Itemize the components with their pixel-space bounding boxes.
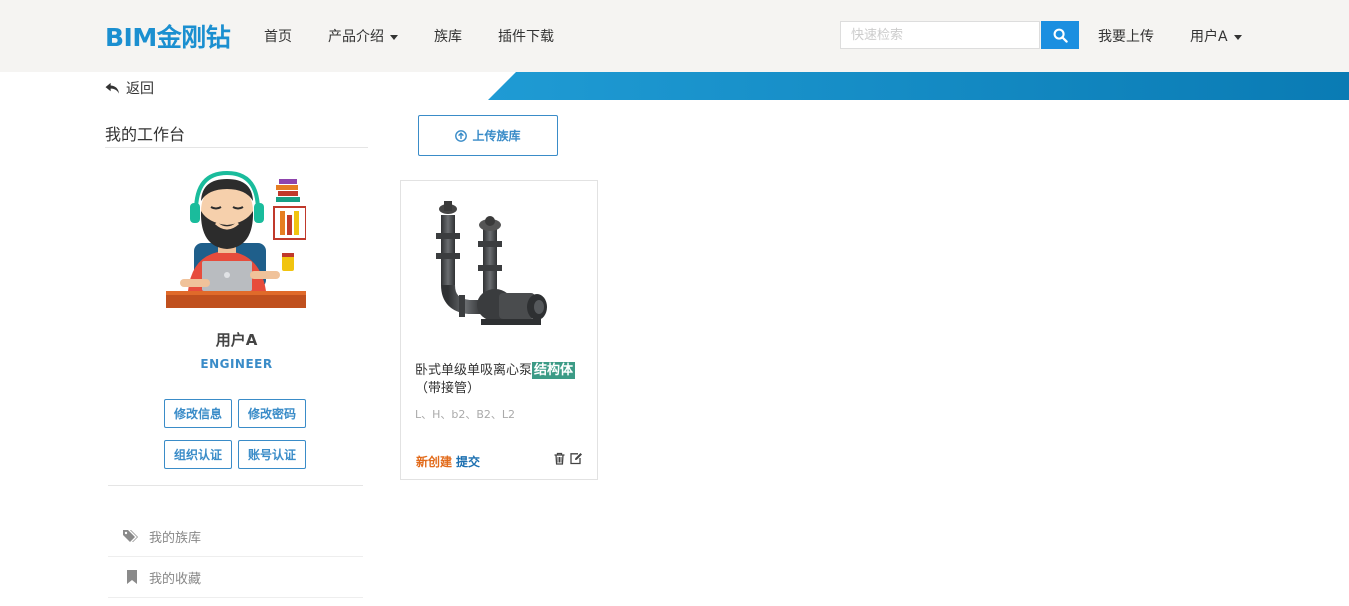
caret-down-icon bbox=[390, 34, 398, 40]
nav-upload[interactable]: 我要上传 bbox=[1098, 26, 1154, 46]
profile-role: ENGINEER bbox=[200, 357, 273, 371]
reply-icon bbox=[105, 82, 119, 94]
sidebar-item-my-families[interactable]: 我的族库 bbox=[108, 516, 363, 557]
upload-circle-icon bbox=[455, 129, 468, 142]
nav-home[interactable]: 首页 bbox=[264, 26, 292, 46]
nav-plugins[interactable]: 插件下载 bbox=[498, 26, 554, 46]
user-menu[interactable]: 用户A bbox=[1190, 26, 1242, 46]
sidebar-item-label: 我的收藏 bbox=[149, 571, 202, 587]
header-banner bbox=[488, 72, 1349, 100]
divider bbox=[108, 485, 363, 486]
user-menu-label: 用户A bbox=[1190, 29, 1228, 45]
upload-family-button[interactable]: 上传族库 bbox=[418, 115, 558, 156]
search-icon bbox=[1053, 28, 1068, 43]
card-title[interactable]: 卧式单级单吸离心泵 结构体 （带接管） bbox=[415, 362, 590, 398]
family-card[interactable]: 卧式单级单吸离心泵 结构体 （带接管） L、H、b2、B2、L2 新创建 提交 bbox=[400, 180, 598, 480]
edit-icon[interactable] bbox=[569, 452, 583, 465]
avatar bbox=[166, 171, 306, 308]
upload-family-label: 上传族库 bbox=[472, 129, 521, 143]
back-link[interactable]: 返回 bbox=[105, 78, 154, 98]
top-navbar: BIM金刚钻 首页 产品介绍 族库 插件下载 我要上传 用户A bbox=[0, 0, 1349, 72]
profile-username: 用户A bbox=[215, 331, 258, 349]
card-params: L、H、b2、B2、L2 bbox=[415, 408, 516, 421]
edit-info-button[interactable]: 修改信息 bbox=[164, 399, 232, 428]
submit-link[interactable]: 提交 bbox=[456, 453, 480, 470]
account-verify-button[interactable]: 账号认证 bbox=[238, 440, 306, 469]
nav-families[interactable]: 族库 bbox=[434, 26, 462, 46]
tags-icon bbox=[123, 529, 141, 543]
nav-products[interactable]: 产品介绍 bbox=[328, 26, 398, 46]
search-button[interactable] bbox=[1041, 21, 1079, 49]
search-input[interactable] bbox=[840, 21, 1040, 49]
change-password-button[interactable]: 修改密码 bbox=[238, 399, 306, 428]
org-verify-button[interactable]: 组织认证 bbox=[164, 440, 232, 469]
category-tag: 结构体 bbox=[532, 362, 576, 379]
card-subtitle: （带接管） bbox=[415, 381, 481, 396]
sidebar-item-my-favorites[interactable]: 我的收藏 bbox=[108, 557, 363, 598]
card-title-text: 卧式单级单吸离心泵 bbox=[415, 363, 533, 378]
divider bbox=[105, 147, 368, 148]
status-badge: 新创建 bbox=[416, 455, 453, 469]
site-logo[interactable]: BIM金刚钻 bbox=[105, 18, 231, 54]
nav-products-label: 产品介绍 bbox=[328, 29, 384, 45]
pump-image bbox=[436, 201, 547, 325]
sidebar-item-label: 我的族库 bbox=[149, 530, 202, 546]
bookmark-icon bbox=[123, 570, 141, 584]
caret-down-icon bbox=[1233, 34, 1242, 40]
card-actions bbox=[553, 452, 583, 465]
workspace-title: 我的工作台 bbox=[105, 125, 186, 144]
back-label: 返回 bbox=[126, 81, 154, 97]
trash-icon[interactable] bbox=[553, 452, 566, 465]
